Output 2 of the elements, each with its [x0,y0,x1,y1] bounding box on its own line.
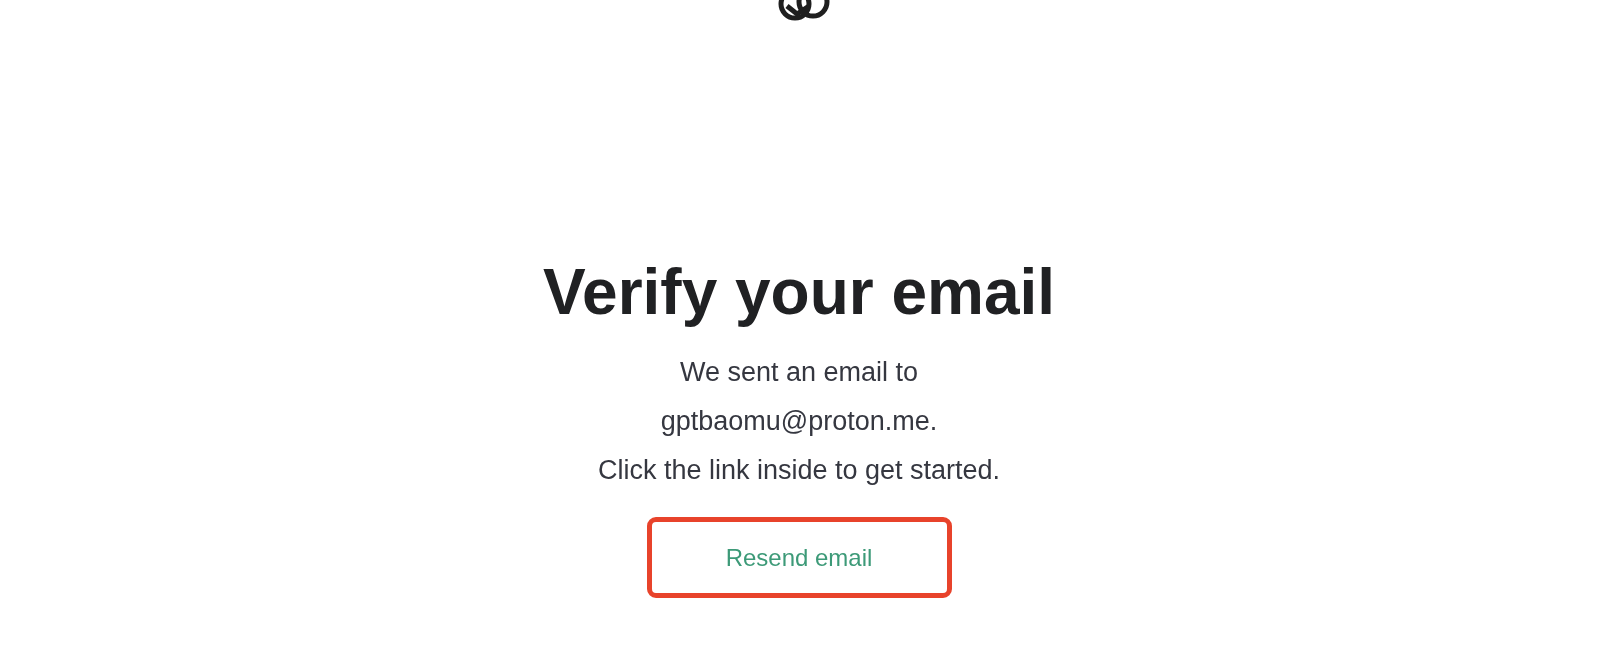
resend-email-button[interactable]: Resend email [646,517,952,598]
verification-message: We sent an email to gptbaomu@proton.me. Click the link inside to get started. [597,356,1001,487]
